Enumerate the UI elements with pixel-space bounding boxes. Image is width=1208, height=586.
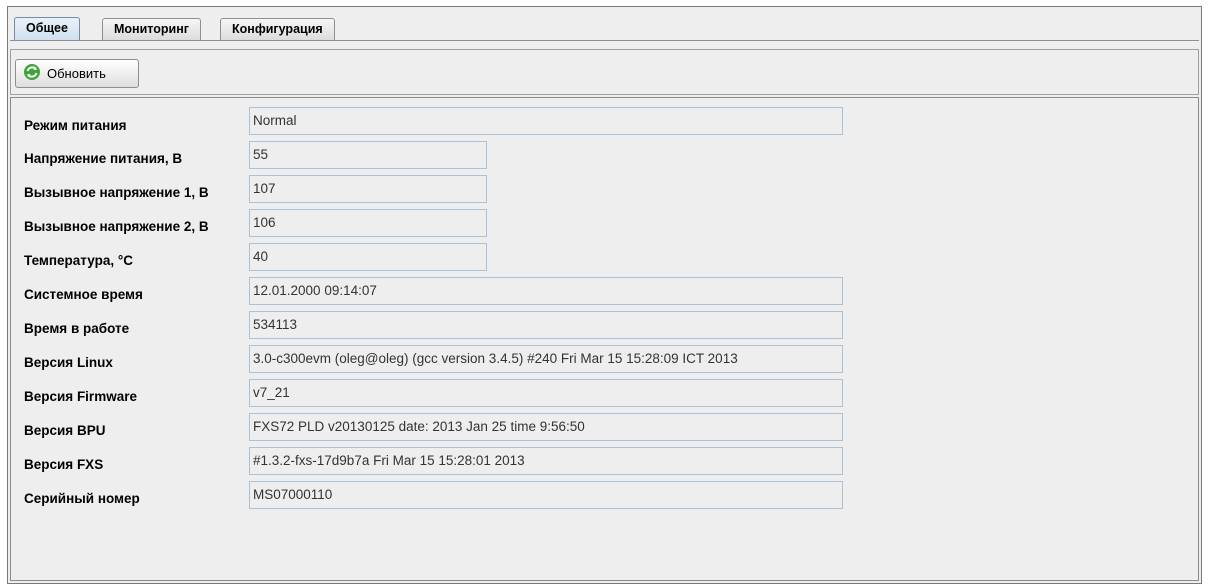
supply-voltage-label: Напряжение питания, В <box>24 151 183 166</box>
refresh-button-label: Обновить <box>47 66 106 81</box>
serial-number-field[interactable]: MS07000110 <box>249 481 843 509</box>
supply-voltage-field[interactable]: 55 <box>249 141 487 169</box>
ring-voltage-1-field[interactable]: 107 <box>249 175 487 203</box>
tab-divider <box>10 40 1199 41</box>
tab-bar: Общее Мониторинг Конфигурация <box>8 7 1201 47</box>
main-window: Общее Мониторинг Конфигурация Обновить Р… <box>7 6 1202 584</box>
linux-version-field[interactable]: 3.0-c300evm (oleg@oleg) (gcc version 3.4… <box>249 345 843 373</box>
refresh-button[interactable]: Обновить <box>15 59 139 88</box>
tab-monitoring[interactable]: Мониторинг <box>102 18 201 40</box>
general-info-panel: Режим питания Normal Напряжение питания,… <box>10 97 1199 581</box>
temperature-label: Температура, °С <box>24 253 133 268</box>
fxs-version-label: Версия FXS <box>24 457 104 472</box>
power-mode-label: Режим питания <box>24 118 127 133</box>
firmware-version-label: Версия Firmware <box>24 389 137 404</box>
toolbar: Обновить <box>10 49 1199 95</box>
refresh-icon <box>23 63 41 84</box>
temperature-field[interactable]: 40 <box>249 243 487 271</box>
power-mode-field[interactable]: Normal <box>249 107 843 135</box>
fxs-version-field[interactable]: #1.3.2-fxs-17d9b7a Fri Mar 15 15:28:01 2… <box>249 447 843 475</box>
system-time-label: Системное время <box>24 287 143 302</box>
ring-voltage-1-label: Вызывное напряжение 1, В <box>24 185 209 200</box>
uptime-field[interactable]: 534113 <box>249 311 843 339</box>
uptime-label: Время в работе <box>24 321 130 336</box>
bpu-version-label: Версия BPU <box>24 423 106 438</box>
tab-general[interactable]: Общее <box>14 17 80 41</box>
serial-number-label: Серийный номер <box>24 491 140 506</box>
firmware-version-field[interactable]: v7_21 <box>249 379 843 407</box>
linux-version-label: Версия Linux <box>24 355 113 370</box>
ring-voltage-2-field[interactable]: 106 <box>249 209 487 237</box>
ring-voltage-2-label: Вызывное напряжение 2, В <box>24 219 209 234</box>
tab-configuration[interactable]: Конфигурация <box>220 18 335 40</box>
bpu-version-field[interactable]: FXS72 PLD v20130125 date: 2013 Jan 25 ti… <box>249 413 843 441</box>
system-time-field[interactable]: 12.01.2000 09:14:07 <box>249 277 843 305</box>
